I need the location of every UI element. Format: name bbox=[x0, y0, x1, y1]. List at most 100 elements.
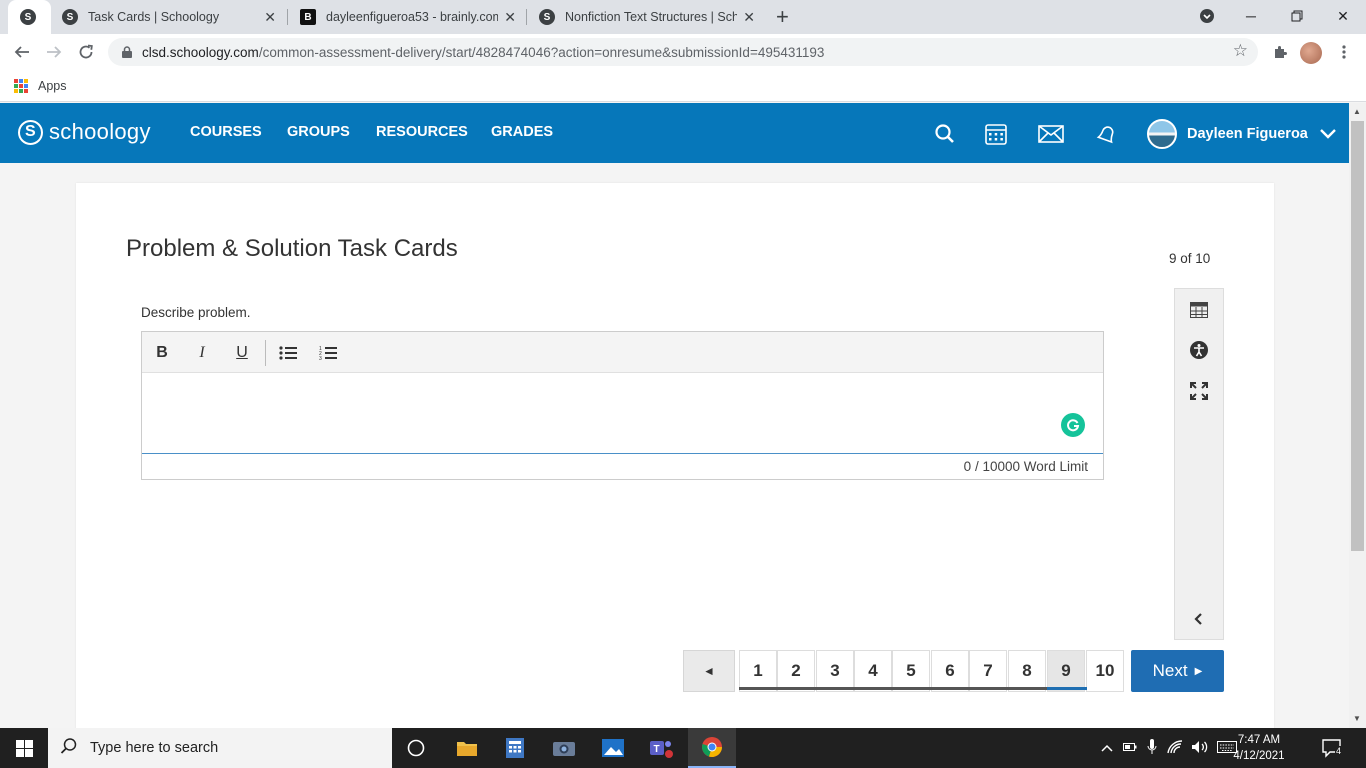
page-button-9-current[interactable]: 9 bbox=[1047, 650, 1085, 692]
url-path: /common-assessment-delivery/start/482847… bbox=[258, 44, 825, 60]
page-button-10[interactable]: 10 bbox=[1086, 650, 1124, 692]
photos-icon[interactable] bbox=[589, 728, 637, 768]
bookmark-star-icon[interactable]: ☆ bbox=[1233, 41, 1248, 61]
page-button-2[interactable]: 2 bbox=[777, 650, 815, 692]
numbered-list-icon[interactable]: 123 bbox=[317, 343, 339, 363]
nav-courses[interactable]: COURSES bbox=[190, 124, 262, 140]
page-button-6[interactable]: 6 bbox=[931, 650, 969, 692]
editor-toolbar: B I U 123 bbox=[142, 332, 1103, 373]
microphone-icon[interactable] bbox=[1147, 738, 1157, 758]
search-icon[interactable] bbox=[932, 121, 958, 147]
browser-toolbar: clsd.schoology.com/common-assessment-del… bbox=[0, 34, 1366, 70]
taskbar-search-box[interactable]: Type here to search bbox=[48, 728, 392, 768]
extensions-icon[interactable] bbox=[1268, 40, 1292, 64]
word-limit-label: / 10000 Word Limit bbox=[974, 459, 1088, 474]
clock-time: 7:47 AM bbox=[1237, 734, 1281, 746]
minimize-icon[interactable]: ─ bbox=[1228, 0, 1274, 32]
schoology-favicon-icon: S bbox=[20, 9, 36, 25]
calendar-icon[interactable] bbox=[983, 121, 1009, 147]
page-button-4[interactable]: 4 bbox=[854, 650, 892, 692]
messages-icon[interactable] bbox=[1038, 121, 1064, 147]
volume-icon[interactable] bbox=[1191, 740, 1209, 757]
bulleted-list-icon[interactable] bbox=[277, 343, 299, 363]
svg-text:3: 3 bbox=[319, 356, 322, 360]
italic-icon[interactable]: I bbox=[191, 343, 213, 363]
forward-icon[interactable] bbox=[42, 40, 66, 64]
accessibility-icon[interactable] bbox=[1187, 338, 1211, 362]
chrome-icon[interactable] bbox=[688, 728, 736, 768]
toolbar-divider bbox=[265, 340, 266, 366]
back-icon[interactable] bbox=[10, 40, 34, 64]
calculator-table-icon[interactable] bbox=[1187, 298, 1211, 322]
close-tab-icon[interactable]: ✕ bbox=[743, 9, 755, 26]
tab-schoology-active[interactable]: S bbox=[8, 0, 51, 34]
tab-task-cards[interactable]: S Task Cards | Schoology ✕ bbox=[50, 0, 286, 34]
bold-icon[interactable]: B bbox=[151, 343, 173, 363]
reload-icon[interactable] bbox=[74, 40, 98, 64]
bookmarks-bar: Apps bbox=[0, 70, 1366, 102]
next-button[interactable]: Next ▶ bbox=[1131, 650, 1224, 692]
tab-nonfiction[interactable]: S Nonfiction Text Structures | Schoo ✕ bbox=[527, 0, 765, 34]
play-triangle-icon: ▶ bbox=[1194, 665, 1203, 677]
teams-icon[interactable]: T bbox=[638, 728, 686, 768]
file-explorer-icon[interactable] bbox=[443, 728, 491, 768]
fullscreen-icon[interactable] bbox=[1187, 379, 1211, 403]
nav-grades[interactable]: GRADES bbox=[491, 124, 553, 140]
tab-title: Task Cards | Schoology bbox=[88, 10, 220, 24]
action-center-icon[interactable]: 4 bbox=[1322, 738, 1344, 758]
windows-start-icon[interactable] bbox=[0, 728, 48, 768]
page-button-5[interactable]: 5 bbox=[892, 650, 930, 692]
page-button-7[interactable]: 7 bbox=[969, 650, 1007, 692]
brand-name: schoology bbox=[49, 119, 151, 144]
taskbar-search-placeholder: Type here to search bbox=[90, 740, 219, 756]
battery-icon[interactable] bbox=[1123, 741, 1137, 755]
taskbar-clock[interactable]: 7:47 AM 4/12/2021 bbox=[1224, 732, 1294, 764]
page-scrollbar[interactable]: ▲ ▼ bbox=[1349, 103, 1366, 728]
tab-search-icon[interactable] bbox=[1184, 0, 1230, 32]
windows-taskbar: Type here to search T 7:47 AM 4/12/2021 … bbox=[0, 728, 1366, 768]
close-window-icon[interactable]: ✕ bbox=[1320, 0, 1366, 32]
chevron-up-icon[interactable] bbox=[1101, 741, 1113, 755]
brainly-favicon-icon: B bbox=[300, 9, 316, 25]
close-tab-icon[interactable]: ✕ bbox=[504, 9, 516, 26]
profile-avatar[interactable] bbox=[1300, 42, 1322, 64]
chevron-down-icon bbox=[1320, 126, 1336, 142]
new-tab-icon[interactable]: + bbox=[776, 5, 789, 29]
close-tab-icon[interactable]: ✕ bbox=[264, 9, 276, 26]
nav-groups[interactable]: GROUPS bbox=[287, 124, 350, 140]
current-page-indicator bbox=[1047, 687, 1087, 690]
scroll-up-icon[interactable]: ▲ bbox=[1353, 107, 1361, 116]
calculator-icon[interactable] bbox=[491, 728, 539, 768]
user-menu[interactable]: Dayleen Figueroa bbox=[1147, 119, 1336, 149]
tab-brainly[interactable]: B dayleenfigueroa53 - brainly.com ✕ bbox=[288, 0, 526, 34]
apps-grid-icon[interactable] bbox=[14, 78, 28, 93]
task-view-icon[interactable] bbox=[392, 728, 440, 768]
page-button-3[interactable]: 3 bbox=[816, 650, 854, 692]
apps-bookmark-label[interactable]: Apps bbox=[38, 79, 67, 93]
address-bar[interactable]: clsd.schoology.com/common-assessment-del… bbox=[108, 38, 1258, 66]
notifications-bell-icon[interactable] bbox=[1094, 121, 1120, 147]
scroll-down-icon[interactable]: ▼ bbox=[1353, 714, 1361, 723]
question-prompt: Describe problem. bbox=[141, 305, 251, 320]
wifi-icon[interactable] bbox=[1167, 739, 1183, 757]
scrollbar-thumb[interactable] bbox=[1351, 121, 1364, 551]
nav-resources[interactable]: RESOURCES bbox=[376, 124, 468, 140]
tab-title: dayleenfigueroa53 - brainly.com bbox=[326, 10, 499, 24]
schoology-favicon-icon: S bbox=[62, 9, 78, 25]
collapse-chevron-left-icon[interactable] bbox=[1187, 607, 1211, 631]
previous-question-button[interactable]: ◄ bbox=[683, 650, 735, 692]
camera-icon[interactable] bbox=[540, 728, 588, 768]
word-limit-footer: 0 / 10000 Word Limit bbox=[142, 454, 1103, 479]
answer-text-area[interactable] bbox=[142, 373, 1103, 454]
schoology-logo[interactable]: S schoology bbox=[18, 119, 151, 145]
page-button-1[interactable]: 1 bbox=[739, 650, 777, 692]
page-button-8[interactable]: 8 bbox=[1008, 650, 1046, 692]
schoology-header: S schoology COURSES GROUPS RESOURCES GRA… bbox=[0, 103, 1349, 163]
restore-icon[interactable] bbox=[1274, 0, 1320, 32]
lock-icon bbox=[122, 46, 132, 58]
grammarly-icon[interactable] bbox=[1061, 413, 1085, 437]
user-name: Dayleen Figueroa bbox=[1187, 126, 1308, 142]
answer-editor: B I U 123 0 / 10000 Word Limit bbox=[141, 331, 1104, 480]
underline-icon[interactable]: U bbox=[231, 343, 253, 363]
chrome-menu-icon[interactable] bbox=[1332, 40, 1356, 64]
